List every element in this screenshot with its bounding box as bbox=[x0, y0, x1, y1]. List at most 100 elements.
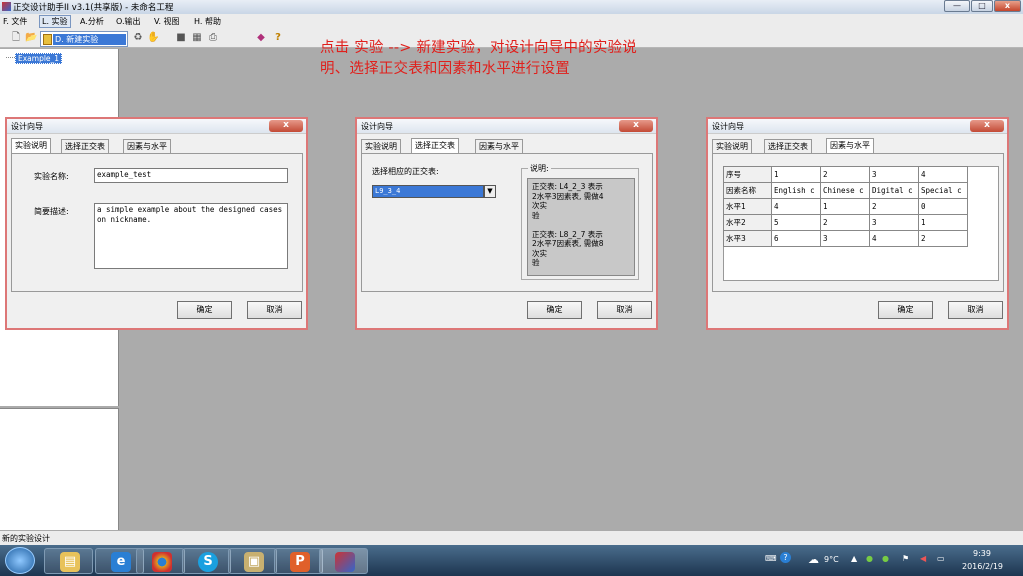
open-folder-icon[interactable]: 📂 bbox=[25, 32, 37, 44]
ok-button[interactable]: 确定 bbox=[177, 301, 232, 319]
help-tray-icon[interactable]: ? bbox=[780, 552, 791, 563]
new-file-icon[interactable]: 🗋 bbox=[10, 32, 22, 44]
help-icon[interactable]: ? bbox=[272, 32, 284, 44]
taskbar-chrome[interactable] bbox=[136, 548, 185, 574]
menu-help[interactable]: H. 帮助 bbox=[194, 16, 221, 27]
status-bar: 新的实验设计 bbox=[0, 530, 1023, 545]
dialog-titlebar: 设计向导 x bbox=[7, 119, 306, 134]
tab-description[interactable]: 实验说明 bbox=[361, 139, 401, 153]
dialog-titlebar: 设计向导 x bbox=[708, 119, 1007, 134]
save-icon[interactable]: ▦ bbox=[191, 32, 203, 44]
maximize-button[interactable]: □ bbox=[971, 0, 993, 12]
grid-cell[interactable]: 0 bbox=[918, 198, 968, 215]
grid-cell: 4 bbox=[918, 166, 968, 183]
grid-cell[interactable]: Special c bbox=[918, 182, 968, 199]
print-icon[interactable]: ⎙ bbox=[207, 32, 219, 44]
taskbar-skype[interactable]: S bbox=[182, 548, 231, 574]
grid-cell[interactable]: 1 bbox=[918, 214, 968, 231]
tab-description[interactable]: 实验说明 bbox=[712, 139, 752, 153]
cancel-button[interactable]: 取消 bbox=[597, 301, 652, 319]
grid-cell[interactable]: 6 bbox=[771, 230, 821, 247]
name-label: 实验名称: bbox=[34, 172, 69, 181]
dialog-close-button[interactable]: x bbox=[619, 120, 653, 132]
taskbar-powerpoint[interactable]: P bbox=[274, 548, 323, 574]
taskbar-orthogonal-app[interactable] bbox=[319, 548, 368, 574]
dialog-title: 设计向导 bbox=[361, 122, 393, 131]
ok-button[interactable]: 确定 bbox=[878, 301, 933, 319]
table-row: 因素名称 English c Chinese c Digital c Speci… bbox=[723, 182, 968, 199]
dialog-title: 设计向导 bbox=[712, 122, 744, 131]
menu-experiment[interactable]: L. 实验 bbox=[39, 15, 71, 28]
menu-file[interactable]: F. 文件 bbox=[3, 16, 27, 27]
clock-date[interactable]: 2016/2/19 bbox=[962, 562, 1003, 571]
grid-cell[interactable]: 4 bbox=[771, 198, 821, 215]
experiment-name-input[interactable]: example_test bbox=[94, 168, 288, 183]
new-experiment-icon bbox=[43, 34, 52, 45]
display-icon[interactable]: ▭ bbox=[937, 554, 945, 563]
tab-select-table[interactable]: 选择正交表 bbox=[61, 139, 109, 153]
tab-factors[interactable]: 因素与水平 bbox=[123, 139, 171, 153]
tab-description[interactable]: 实验说明 bbox=[11, 138, 51, 153]
tab-factors[interactable]: 因素与水平 bbox=[826, 138, 874, 153]
show-hidden-icons-icon[interactable]: ▲ bbox=[851, 554, 857, 563]
tab-select-table[interactable]: 选择正交表 bbox=[764, 139, 812, 153]
grid-cell[interactable]: 3 bbox=[869, 214, 919, 231]
close-button[interactable]: x bbox=[994, 0, 1021, 12]
grid-cell[interactable]: 2 bbox=[918, 230, 968, 247]
description-group-label: 说明: bbox=[528, 163, 551, 174]
table-row: 水平2 5 2 3 1 bbox=[723, 214, 968, 231]
grid-cell: 序号 bbox=[723, 166, 772, 183]
network-tray-icon[interactable]: ● bbox=[866, 554, 873, 563]
brief-desc-label: 简要描述: bbox=[34, 207, 69, 216]
volume-icon[interactable]: ◀ bbox=[920, 554, 926, 563]
export-icon[interactable]: ■ bbox=[175, 32, 187, 44]
menu-view[interactable]: V. 视图 bbox=[154, 16, 180, 27]
flag-icon[interactable]: ⚑ bbox=[902, 554, 909, 563]
table-select[interactable]: L9_3_4 bbox=[372, 185, 484, 198]
cancel-button[interactable]: 取消 bbox=[948, 301, 1003, 319]
minimize-button[interactable]: — bbox=[944, 0, 970, 12]
skype-icon: S bbox=[198, 552, 218, 572]
grid-cell: 水平2 bbox=[723, 214, 772, 231]
refresh-icon[interactable]: ♻ bbox=[132, 32, 144, 44]
dialog-titlebar: 设计向导 x bbox=[357, 119, 656, 134]
grid-cell[interactable]: 1 bbox=[820, 198, 870, 215]
note-line-1: 点击 实验 --> 新建实验，对设计向导中的实验说 bbox=[320, 40, 637, 56]
start-button[interactable] bbox=[5, 547, 35, 574]
brief-desc-textarea[interactable]: a simple example about the designed case… bbox=[94, 203, 288, 269]
keyboard-icon[interactable]: ⌨ bbox=[765, 554, 777, 563]
weather-icon[interactable]: ☁ bbox=[808, 553, 819, 566]
grid-cell[interactable]: 3 bbox=[820, 230, 870, 247]
menu-item-new-experiment[interactable]: D. 新建实验 bbox=[53, 34, 126, 45]
grid-cell[interactable]: English c bbox=[771, 182, 821, 199]
grid-cell[interactable]: Digital c bbox=[869, 182, 919, 199]
tree-connector bbox=[6, 57, 15, 58]
ok-button[interactable]: 确定 bbox=[527, 301, 582, 319]
dialog-close-button[interactable]: x bbox=[970, 120, 1004, 132]
grid-cell[interactable]: 2 bbox=[869, 198, 919, 215]
tab-select-table[interactable]: 选择正交表 bbox=[411, 138, 459, 153]
select-table-label: 选择相应的正交表: bbox=[372, 167, 439, 176]
grid-cell[interactable]: 2 bbox=[820, 214, 870, 231]
taskbar-app[interactable]: ▣ bbox=[228, 548, 277, 574]
grid-cell[interactable]: 5 bbox=[771, 214, 821, 231]
grid-cell[interactable]: 4 bbox=[869, 230, 919, 247]
taskbar-explorer[interactable]: ▤ bbox=[44, 548, 93, 574]
book-icon[interactable]: ◆ bbox=[255, 32, 267, 44]
tool-icon[interactable]: ✋ bbox=[147, 32, 159, 44]
wechat-icon[interactable]: ● bbox=[882, 554, 889, 563]
grid-cell: 2 bbox=[820, 166, 870, 183]
menu-output[interactable]: O.输出 bbox=[116, 16, 141, 27]
orthogonal-app-icon bbox=[335, 552, 355, 572]
wizard-dialog-description: 设计向导 x 实验说明 选择正交表 因素与水平 实验名称: example_te… bbox=[5, 117, 308, 330]
window-titlebar: 正交设计助手II v3.1(共享版) - 未命名工程 — □ x bbox=[0, 0, 1023, 14]
tab-factors[interactable]: 因素与水平 bbox=[475, 139, 523, 153]
menu-analysis[interactable]: A.分析 bbox=[80, 16, 104, 27]
ie-icon: e bbox=[111, 552, 131, 572]
clock-time[interactable]: 9:39 bbox=[973, 549, 991, 558]
tree-item-example[interactable]: Example_1 bbox=[15, 53, 63, 64]
grid-cell[interactable]: Chinese c bbox=[820, 182, 870, 199]
cancel-button[interactable]: 取消 bbox=[247, 301, 302, 319]
dialog-close-button[interactable]: x bbox=[269, 120, 303, 132]
chevron-down-icon[interactable]: ▼ bbox=[484, 185, 496, 198]
